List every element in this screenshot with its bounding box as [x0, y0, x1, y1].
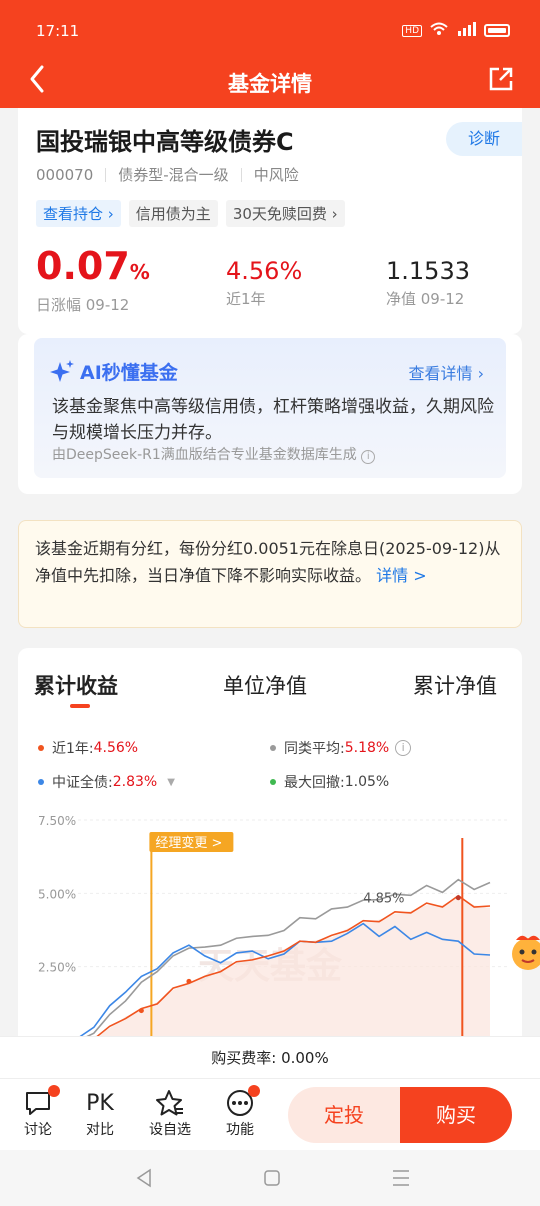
hd-icon: HD [402, 24, 422, 37]
fund-info-card: 国投瑞银中高等级债券C 诊断 000070 债券型-混合一级 中风险 查看持仓 … [18, 108, 522, 334]
year-return-stat: 4.56% 近1年 [226, 256, 302, 309]
year-return-value: 4.56% [226, 257, 303, 285]
system-nav-bar [0, 1150, 540, 1206]
bottom-action-bar: 讨论 PK 对比 设自选 功能 定投 购买 [0, 1078, 540, 1150]
diagnose-button[interactable]: 诊断 [446, 122, 522, 156]
page-title: 基金详情 [228, 72, 312, 96]
tab-unit-nav[interactable]: 单位净值 [223, 670, 307, 700]
legend-fund: 近1年: 4.56% [38, 738, 138, 758]
share-icon[interactable] [488, 66, 514, 92]
purchase-fee: 购买费率: 0.00% [0, 1036, 540, 1078]
year-return-label: 近1年 [226, 290, 266, 308]
y-tick-label: 7.50% [38, 814, 76, 828]
fund-area [78, 897, 490, 1046]
fund-name: 国投瑞银中高等级债券C [36, 128, 294, 156]
active-tab-indicator [70, 704, 90, 708]
tab-cumulative-return[interactable]: 累计收益 [34, 670, 118, 700]
battery-icon [484, 24, 510, 37]
mascot-icon[interactable] [506, 930, 540, 974]
fund-meta: 000070 债券型-混合一级 中风险 [36, 164, 299, 185]
sparkle-icon [50, 359, 74, 382]
legend-peer-avg: 同类平均: 5.18% i [270, 738, 412, 758]
view-holdings-tag[interactable]: 查看持仓 › [36, 200, 121, 227]
redeem-fee-tag[interactable]: 30天免赎回费 › [225, 200, 345, 227]
status-bar: 17:11 HD [0, 0, 540, 60]
info-icon: i [395, 740, 412, 756]
ai-title: AI秒懂基金 [50, 358, 178, 385]
ai-summary-card: AI秒懂基金 查看详情 › 该基金聚焦中高等级信用债，杠杆策略增强收益，久期风险… [18, 334, 522, 494]
compare-button[interactable]: PK 对比 [70, 1087, 130, 1139]
ai-description: 该基金聚焦中高等级信用债，杠杆策略增强收益，久期风险与规模增长压力并存。 [52, 397, 494, 443]
fund-type: 债券型-混合一级 [118, 166, 229, 184]
daily-change-stat: 0.07% 日涨幅 09-12 [36, 246, 150, 315]
triangle-down-icon: ▼ [167, 776, 175, 788]
status-time: 17:11 [36, 22, 80, 40]
y-tick-label: 2.50% [38, 961, 76, 975]
nav-value: 1.1533 [386, 257, 470, 285]
nav-back-icon [136, 1168, 151, 1188]
nav-home-icon [264, 1170, 280, 1186]
dividend-notice: 该基金近期有分红，每份分红0.0051元在除息日(2025-09-12)从净值中… [18, 520, 522, 628]
more-dots-icon [210, 1085, 270, 1119]
notice-text: 该基金近期有分红，每份分红0.0051元在除息日(2025-09-12)从净值中… [35, 539, 501, 585]
chart-card: 累计收益 单位净值 累计净值 近1年: 4.56% 同类平均: 5.18% i 中证… [18, 648, 522, 1048]
nav-stat: 1.1533 净值 09-12 [386, 256, 470, 309]
discuss-button[interactable]: 讨论 [8, 1085, 68, 1139]
y-tick-label: 5.00% [38, 887, 76, 901]
fund-point [138, 1008, 144, 1014]
daily-change-value: 0.07% [36, 244, 150, 288]
wifi-icon [430, 22, 448, 39]
info-icon: i [361, 450, 376, 464]
fund-code: 000070 [36, 165, 94, 184]
fund-tags: 查看持仓 › 信用债为主 30天免赎回费 › [36, 200, 345, 227]
signal-icon [456, 22, 476, 39]
fund-point [186, 978, 192, 984]
functions-button[interactable]: 功能 [210, 1085, 270, 1139]
ai-view-more[interactable]: 查看详情 › [409, 360, 485, 384]
auto-invest-button[interactable]: 定投 [288, 1087, 400, 1143]
status-icons: HD [402, 22, 510, 39]
value-annotation: 4.85% [363, 892, 404, 907]
chat-bubble-icon [8, 1085, 68, 1119]
fund-point [455, 895, 461, 901]
header: 基金详情 [0, 60, 540, 104]
return-chart[interactable]: 7.50%5.00%2.50%天天基金经理变更 >4.85% [18, 808, 522, 1048]
pk-icon: PK [86, 1090, 114, 1116]
nav-menu-icon [393, 1170, 409, 1186]
tab-cumulative-nav[interactable]: 累计净值 [413, 670, 497, 700]
nav-label: 净值 09-12 [386, 290, 465, 308]
star-icon [140, 1087, 200, 1119]
add-watchlist-button[interactable]: 设自选 [140, 1087, 200, 1139]
ai-footnote: 由DeepSeek-R1满血版结合专业基金数据库生成 i [52, 444, 376, 464]
daily-change-label: 日涨幅 09-12 [36, 296, 130, 314]
ai-summary-box[interactable]: AI秒懂基金 查看详情 › 该基金聚焦中高等级信用债，杠杆策略增强收益，久期风险… [34, 338, 506, 478]
credit-bond-tag: 信用债为主 [128, 200, 218, 227]
top-bar: 17:11 HD 基金详情 [0, 0, 540, 108]
buy-button[interactable]: 购买 [400, 1087, 512, 1143]
legend-max-drawdown: 最大回撤: 1.05% [270, 772, 389, 792]
notice-detail-link[interactable]: 详情 > [376, 566, 427, 585]
chart-tabs: 累计收益 单位净值 累计净值 [18, 670, 522, 710]
fund-risk: 中风险 [253, 166, 299, 184]
manager-change-label: 经理变更 > [155, 835, 222, 851]
legend-index[interactable]: 中证全债: 2.83% ▼ [38, 772, 175, 792]
